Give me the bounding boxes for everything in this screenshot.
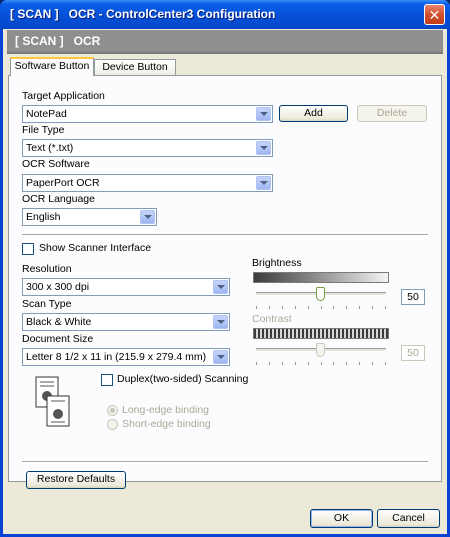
slider-tick [282,306,283,309]
duplex-label[interactable]: Duplex(two-sided) Scanning [117,373,248,385]
show-scanner-interface-label[interactable]: Show Scanner Interface [39,242,151,254]
chevron-down-icon[interactable] [256,141,271,155]
slider-tick [359,306,360,309]
slider-tick [269,306,270,309]
ocr-language-select[interactable]: English [22,208,157,226]
chevron-down-icon[interactable] [256,107,271,121]
slider-tick [256,362,257,365]
slider-tick [359,362,360,365]
chevron-down-icon[interactable] [213,315,228,329]
contrast-label: Contrast [252,313,292,325]
divider [22,234,428,236]
slider-tick [308,362,309,365]
dialog-body: [ SCAN ] OCR Software Button Device Butt… [3,29,447,534]
target-application-value: NotePad [26,108,67,120]
tab-device-button[interactable]: Device Button [94,59,176,75]
close-button[interactable]: ✕ [424,4,445,25]
document-size-value: Letter 8 1/2 x 11 in (215.9 x 279.4 mm) [26,351,207,363]
slider-tick [308,306,309,309]
document-size-select[interactable]: Letter 8 1/2 x 11 in (215.9 x 279.4 mm) [22,348,230,366]
slider-tick [282,362,283,365]
slider-tick [385,306,386,309]
brightness-label: Brightness [252,257,302,269]
slider-tick [333,306,334,309]
brightness-value[interactable]: 50 [401,289,425,305]
duplex-checkbox[interactable] [101,374,113,386]
short-edge-binding-label[interactable]: Short-edge binding [122,418,211,430]
document-size-label: Document Size [22,333,94,345]
window-title: [ SCAN ] OCR - ControlCenter3 Configurat… [10,7,276,21]
target-application-select[interactable]: NotePad [22,105,273,123]
title-bar[interactable]: [ SCAN ] OCR - ControlCenter3 Configurat… [0,0,450,29]
slider-tick [321,362,322,365]
file-type-label: File Type [22,124,65,136]
long-edge-binding-label[interactable]: Long-edge binding [122,404,209,416]
slider-tick [333,362,334,365]
resolution-label: Resolution [22,263,72,275]
divider [22,461,428,463]
ocr-software-value: PaperPort OCR [26,177,100,189]
chevron-down-icon[interactable] [256,176,271,190]
ocr-software-select[interactable]: PaperPort OCR [22,174,273,192]
long-edge-binding-radio[interactable] [107,405,118,416]
file-type-select[interactable]: Text (*.txt) [22,139,273,157]
show-scanner-interface-checkbox[interactable] [22,243,34,255]
brightness-slider-thumb[interactable] [316,287,325,301]
delete-button[interactable]: Delete [357,105,427,122]
scan-type-select[interactable]: Black & White [22,313,230,331]
brightness-ticks [256,306,386,310]
target-application-label: Target Application [22,90,105,102]
close-icon: ✕ [428,6,441,23]
ocr-language-value: English [26,211,61,223]
slider-tick [385,362,386,365]
slider-tick [346,306,347,309]
config-window: [ SCAN ] OCR - ControlCenter3 Configurat… [0,0,450,537]
add-button[interactable]: Add [279,105,348,122]
slider-tick [295,362,296,365]
restore-defaults-button[interactable]: Restore Defaults [26,471,126,489]
cancel-button[interactable]: Cancel [377,509,440,528]
contrast-slider-thumb[interactable] [316,343,325,357]
slider-tick [295,306,296,309]
brightness-gradient [253,272,389,283]
short-edge-binding-radio[interactable] [107,419,118,430]
tab-software-button[interactable]: Software Button [10,57,94,76]
chevron-down-icon[interactable] [213,350,228,364]
file-type-value: Text (*.txt) [26,142,74,154]
resolution-value: 300 x 300 dpi [26,281,90,293]
scan-type-value: Black & White [26,316,92,328]
tab-panel: Target Application NotePad Add Delete Fi… [8,75,442,482]
contrast-ticks [256,362,386,366]
resolution-select[interactable]: 300 x 300 dpi [22,278,230,296]
slider-tick [321,306,322,309]
section-header: [ SCAN ] OCR [7,30,443,54]
chevron-down-icon[interactable] [213,280,228,294]
contrast-value[interactable]: 50 [401,345,425,361]
slider-tick [372,362,373,365]
slider-tick [256,306,257,309]
ocr-software-label: OCR Software [22,158,90,170]
slider-tick [269,362,270,365]
chevron-down-icon[interactable] [140,210,155,224]
duplex-document-icon [35,376,71,435]
slider-tick [346,362,347,365]
scan-type-label: Scan Type [22,298,72,310]
slider-tick [372,306,373,309]
ok-button[interactable]: OK [310,509,373,528]
contrast-pattern [253,328,389,339]
ocr-language-label: OCR Language [22,193,95,205]
